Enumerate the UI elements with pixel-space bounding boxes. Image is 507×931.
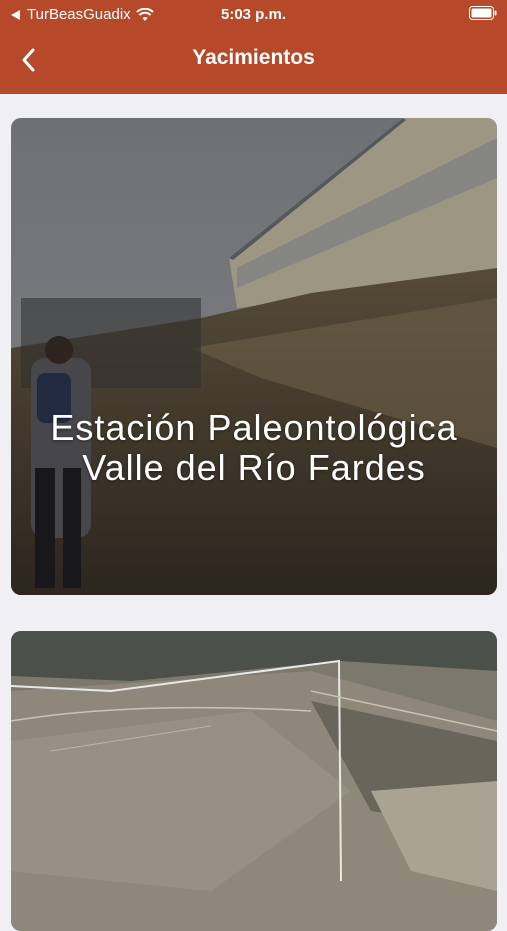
site-title: Estación Paleontológica Valle del Río Fa… bbox=[50, 407, 458, 488]
site-card[interactable] bbox=[11, 631, 497, 931]
site-photo bbox=[11, 118, 497, 595]
aerial-map-image bbox=[11, 631, 497, 931]
battery-icon bbox=[469, 6, 497, 20]
status-time: 5:03 p.m. bbox=[220, 6, 287, 23]
page-title: Yacimientos bbox=[192, 46, 315, 69]
site-card[interactable]: Estación Paleontológica Valle del Río Fa… bbox=[11, 118, 497, 595]
status-bar: TurBeasGuadix 5:03 p.m. bbox=[0, 0, 507, 28]
header-bar: TurBeasGuadix 5:03 p.m. Yacimientos bbox=[0, 0, 507, 94]
